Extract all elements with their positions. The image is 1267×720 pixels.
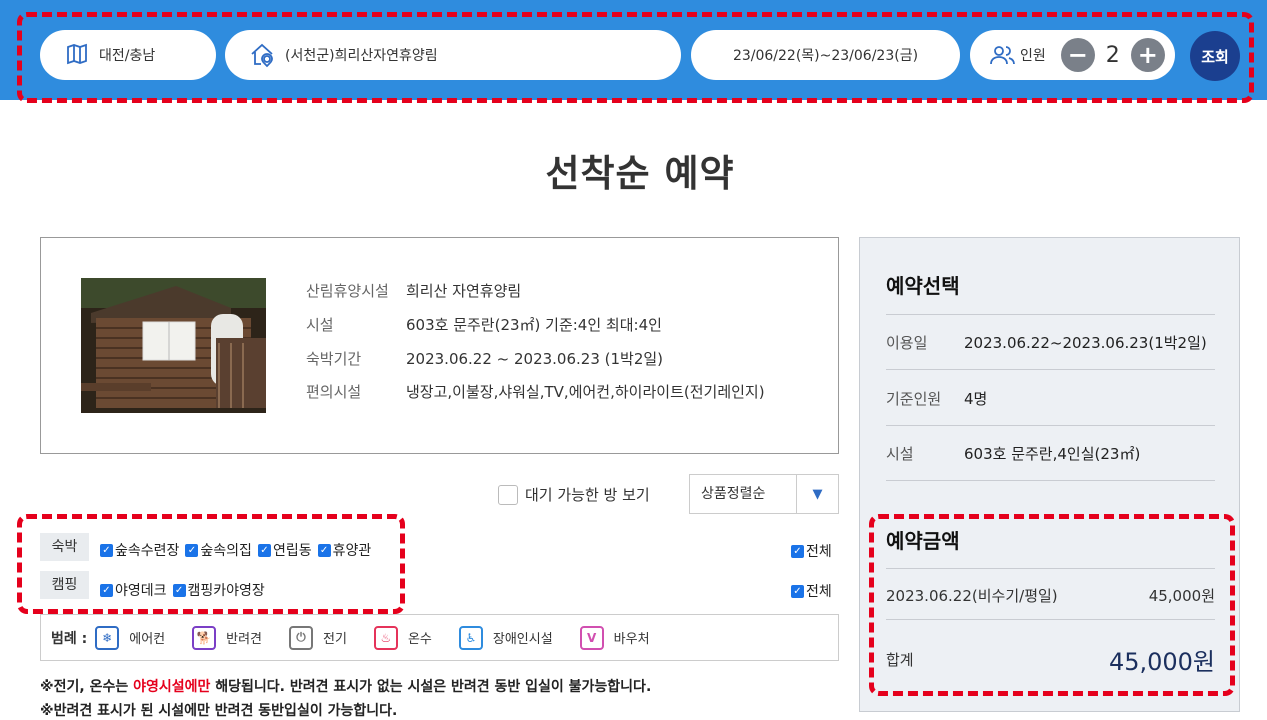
waitlist-checkbox[interactable]	[498, 484, 518, 505]
notice-line-1: ※전기, 온수는 야영시설에만 해당됩니다. 반려견 표시가 없는 시설은 반려…	[40, 679, 652, 695]
filter-forest-training[interactable]: ✓ 숲속수련장	[100, 540, 179, 560]
check-icon[interactable]: ✓	[791, 544, 804, 558]
legend: 범례 : ❄ 에어컨 🐕 반려견 ⏻ 전기 ♨ 온수 ♿ 장애인시설 V 바우처	[40, 614, 839, 661]
region-select[interactable]: 대전/충남	[40, 30, 216, 80]
check-icon[interactable]: ✓	[185, 543, 199, 557]
facility-select[interactable]: (서천군)희리산자연휴양림	[225, 30, 681, 80]
filter-recreation-hall[interactable]: ✓ 휴양관	[317, 540, 371, 560]
sort-select[interactable]: 상품정렬순 ▼	[689, 474, 839, 514]
map-icon	[64, 42, 90, 68]
divider	[886, 619, 1215, 620]
divider	[886, 480, 1215, 481]
home-location-icon	[249, 42, 275, 68]
accessibility-icon: ♿	[458, 625, 483, 650]
divider	[886, 369, 1215, 370]
info-row-facility: 시설 603호 문주란(23㎡) 기준:4인 최대:4인	[306, 316, 662, 334]
plug-icon: ⏻	[289, 625, 314, 650]
date-label: 23/06/22(목)~23/06/23(금)	[732, 48, 919, 64]
check-icon[interactable]: ✓	[257, 543, 271, 557]
hot-water-icon: ♨	[373, 625, 398, 650]
filter-caravan-site[interactable]: ✓ 캠핑카야영장	[172, 580, 265, 600]
filter-forest-house[interactable]: ✓ 숲속의집	[185, 540, 252, 560]
reservation-panel: 예약선택 이용일 2023.06.22~2023.06.23(1박2일) 기준인…	[859, 237, 1240, 712]
legend-title: 범례 :	[51, 630, 88, 647]
total-amount: 45,000원	[1108, 648, 1215, 676]
waitlist-label: 대기 가능한 방 보기	[525, 486, 650, 504]
filter-row-house[interactable]: ✓ 연립동	[257, 540, 312, 560]
lodging-all-filter[interactable]: ✓ 전체	[791, 541, 838, 561]
legend-item: V 바우처	[579, 625, 650, 650]
info-row-forest: 산림휴양시설 희리산 자연휴양림	[306, 282, 522, 300]
amount-item-row: 2023.06.22(비수기/평일) 45,000원	[886, 587, 1215, 605]
check-icon[interactable]: ✓	[791, 584, 804, 598]
lodging-all-checkbox[interactable]: ✓ 전체	[791, 541, 832, 561]
divider	[886, 425, 1215, 426]
check-icon[interactable]: ✓	[172, 583, 186, 597]
people-selector: 인원 − 2 +	[970, 30, 1175, 80]
voucher-icon: V	[579, 625, 604, 650]
people-label: 인원	[1020, 48, 1046, 64]
camping-all-checkbox[interactable]: ✓ 전체	[791, 581, 832, 601]
legend-item: ❄ 에어컨	[95, 625, 165, 650]
total-row: 합계 45,000원	[886, 642, 1215, 677]
people-icon	[990, 42, 1016, 68]
page-title: 선착순 예약	[545, 152, 735, 195]
search-bar: 대전/충남 (서천군)희리산자연휴양림 23/06/22(목)~23/06/23…	[0, 0, 1267, 100]
region-label: 대전/충남	[99, 48, 156, 64]
decrease-button[interactable]: −	[1060, 38, 1095, 72]
waitlist-toggle[interactable]: 대기 가능한 방 보기	[498, 484, 650, 505]
chevron-down-icon[interactable]: ▼	[797, 487, 838, 502]
filter-camp-deck[interactable]: ✓ 야영데크	[100, 580, 167, 600]
increase-button[interactable]: +	[1130, 38, 1165, 72]
pet-icon: 🐕	[192, 625, 217, 650]
camping-all-filter[interactable]: ✓ 전체	[791, 581, 838, 601]
legend-item: ⏻ 전기	[289, 625, 347, 650]
lodging-tag: 숙박	[40, 533, 89, 561]
legend-item: 🐕 반려견	[192, 625, 262, 650]
info-row-amenities: 편의시설 냉장고,이불장,샤워실,TV,에어컨,하이라이트(전기레인지)	[306, 383, 765, 401]
facility-info-card: 산림휴양시설 희리산 자연휴양림 시설 603호 문주란(23㎡) 기준:4인 …	[40, 237, 839, 454]
divider	[886, 568, 1215, 569]
lodging-filters: ✓ 숲속수련장 ✓ 숲속의집 ✓ 연립동 ✓ 휴양관	[100, 540, 377, 560]
camping-tag: 캠핑	[40, 571, 89, 599]
info-row-stay: 숙박기간 2023.06.22 ~ 2023.06.23 (1박2일)	[306, 350, 664, 368]
divider	[886, 314, 1215, 315]
legend-item: ♿ 장애인시설	[458, 625, 553, 650]
date-select[interactable]: 23/06/22(목)~23/06/23(금)	[691, 30, 960, 80]
panel-row-facility: 시설 603호 문주란,4인실(23㎡)	[886, 445, 1141, 463]
check-icon[interactable]: ✓	[317, 543, 331, 557]
panel-row-capacity: 기준인원 4명	[886, 390, 988, 408]
amount-title: 예약금액	[886, 529, 960, 553]
cabin-photo	[81, 278, 266, 413]
check-icon[interactable]: ✓	[100, 583, 113, 597]
check-icon[interactable]: ✓	[100, 543, 113, 557]
people-count: 2	[1105, 42, 1120, 68]
facility-label: (서천군)희리산자연휴양림	[285, 48, 438, 64]
legend-item: ♨ 온수	[373, 625, 432, 650]
camping-filters: ✓ 야영데크 ✓ 캠핑카야영장	[100, 580, 271, 600]
air-conditioner-icon: ❄	[95, 625, 120, 650]
notice-line-2: ※반려견 표시가 된 시설에만 반려견 동반입실이 가능합니다.	[40, 703, 398, 719]
select-title: 예약선택	[886, 274, 960, 298]
search-button[interactable]: 조회	[1190, 31, 1240, 81]
panel-row-date: 이용일 2023.06.22~2023.06.23(1박2일)	[886, 334, 1207, 352]
sort-label: 상품정렬순	[690, 475, 797, 513]
